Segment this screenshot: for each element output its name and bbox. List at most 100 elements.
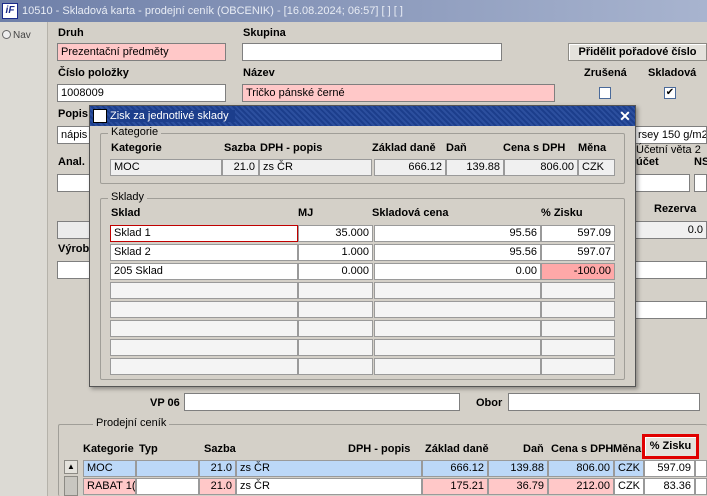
kat-cell-sazba: 21.0 [222,159,259,176]
vyrob-field[interactable] [57,261,90,279]
sklady-empty-row[interactable] [110,339,298,356]
scroll-track[interactable] [64,476,78,496]
cenik-header-zaklad: Základ daně [425,443,489,455]
zisk-button[interactable]: % Zisku [642,434,699,459]
cenik-header-dan: Daň [523,443,544,455]
sklady-r1-sklad[interactable]: Sklad 1 [110,225,298,242]
sklady-r3-cena[interactable]: 0.00 [374,263,541,280]
right-lower-field-2[interactable] [634,301,707,319]
dialog-title-bar[interactable]: Zisk za jednotlivé sklady [90,106,635,126]
popis-field[interactable]: nápis [57,126,90,144]
sklady-header-skladova-cena: Skladová cena [372,207,449,219]
skupina-field[interactable] [242,43,502,61]
nav-button[interactable]: Nav [2,30,31,41]
cislo-label: Číslo položky [58,67,129,79]
sklady-empty-row[interactable] [298,358,373,375]
kat-header-zaklad: Základ daně [372,142,436,154]
obor-field[interactable] [508,393,700,411]
sklady-empty-row[interactable] [374,358,541,375]
ns-label: NS [694,156,707,168]
sklady-r3-sklad[interactable]: 205 Sklad [110,263,298,280]
sklady-empty-row[interactable] [374,339,541,356]
cenik-r2-extra[interactable] [695,478,707,495]
sklady-empty-row[interactable] [298,320,373,337]
nazev-label: Název [243,67,275,79]
cenik-r2-dph[interactable]: zs ČR [236,478,422,495]
zrusena-checkbox[interactable] [599,87,611,99]
nazev-field[interactable]: Tričko pánské černé [242,84,555,102]
cenik-r2-cena[interactable]: 212.00 [548,478,614,495]
kategorie-group-title: Kategorie [108,126,162,138]
cenik-header-typ: Typ [139,443,158,455]
sklady-r1-zisk[interactable]: 597.09 [541,225,615,242]
vp06-label: VP 06 [150,397,180,409]
cenik-r1-extra[interactable] [695,460,707,477]
rezerva-field: 0.0 [634,221,707,239]
sklady-empty-row[interactable] [110,358,298,375]
popis-label: Popis [58,108,88,120]
cenik-r1-typ[interactable] [136,460,199,477]
close-icon[interactable]: ✕ [617,108,633,124]
cenik-r2-sazba[interactable]: 21.0 [199,478,236,495]
skladova-checkbox[interactable]: ✔ [664,87,676,99]
cenik-r2-typ[interactable] [136,478,199,495]
druh-field[interactable]: Prezentační předměty [57,43,226,61]
kat-cell-mena: CZK [578,159,615,176]
cenik-r1-zaklad[interactable]: 666.12 [422,460,488,477]
ns-field[interactable] [694,174,707,192]
sklady-empty-row[interactable] [110,301,298,318]
vp06-field[interactable] [184,393,460,411]
right-lower-field[interactable] [634,261,707,279]
cenik-r1-mena[interactable]: CZK [614,460,644,477]
cenik-r2-kategorie[interactable]: RABAT 1( [83,478,136,495]
sklady-empty-row[interactable] [541,282,615,299]
dialog-app-icon [93,109,107,123]
sklady-r1-cena[interactable]: 95.56 [374,225,541,242]
cenik-r2-zisk[interactable]: 83.36 [644,478,695,495]
sklady-r2-sklad[interactable]: Sklad 2 [110,244,298,261]
sklady-empty-row[interactable] [374,320,541,337]
sklady-empty-row[interactable] [298,301,373,318]
sklady-empty-row[interactable] [541,320,615,337]
sklady-empty-row[interactable] [110,320,298,337]
app-icon: iF [2,3,18,19]
sklady-empty-row[interactable] [298,339,373,356]
sklady-r3-zisk[interactable]: -100.00 [541,263,615,280]
kat-header-kategorie: Kategorie [111,142,162,154]
cenik-r2-mena[interactable]: CZK [614,478,644,495]
cenik-r1-sazba[interactable]: 21.0 [199,460,236,477]
cenik-r1-dph[interactable]: zs ČR [236,460,422,477]
kat-cell-cena: 806.00 [504,159,578,176]
sklady-empty-row[interactable] [110,282,298,299]
sklady-r1-mj[interactable]: 35.000 [298,225,373,242]
ucet-field[interactable] [634,174,690,192]
scroll-up-icon[interactable]: ▲ [64,460,78,474]
cenik-r2-dan[interactable]: 36.79 [488,478,548,495]
sklady-r2-cena[interactable]: 95.56 [374,244,541,261]
popis-right-field[interactable]: rsey 150 g/m2 [634,126,707,144]
cenik-r1-dan[interactable]: 139.88 [488,460,548,477]
sklady-empty-row[interactable] [374,282,541,299]
left-mid-field[interactable] [57,221,90,239]
cenik-r1-cena[interactable]: 806.00 [548,460,614,477]
sklady-r2-zisk[interactable]: 597.07 [541,244,615,261]
cenik-r1-zisk[interactable]: 597.09 [644,460,695,477]
sklady-empty-row[interactable] [541,301,615,318]
cislo-field[interactable]: 1008009 [57,84,226,102]
cenik-header-cena: Cena s DPH [551,443,614,455]
sklady-empty-row[interactable] [374,301,541,318]
check-icon: ✔ [665,87,675,98]
sklady-empty-row[interactable] [541,358,615,375]
sklady-empty-row[interactable] [541,339,615,356]
skladova-label: Skladová [648,67,697,79]
anal-field[interactable] [57,174,90,192]
sklady-r2-mj[interactable]: 1.000 [298,244,373,261]
sklady-empty-row[interactable] [298,282,373,299]
cenik-r2-zaklad[interactable]: 175.21 [422,478,488,495]
sklady-r3-mj[interactable]: 0.000 [298,263,373,280]
cenik-r1-kategorie[interactable]: MOC [83,460,136,477]
window-title-bar[interactable]: 10510 - Skladová karta - prodejní ceník … [0,0,707,22]
assign-number-button[interactable]: Přidělit pořadové číslo [568,43,707,61]
sklady-header-mj: MJ [298,207,314,219]
cenik-header-mena: Měna [613,443,642,455]
